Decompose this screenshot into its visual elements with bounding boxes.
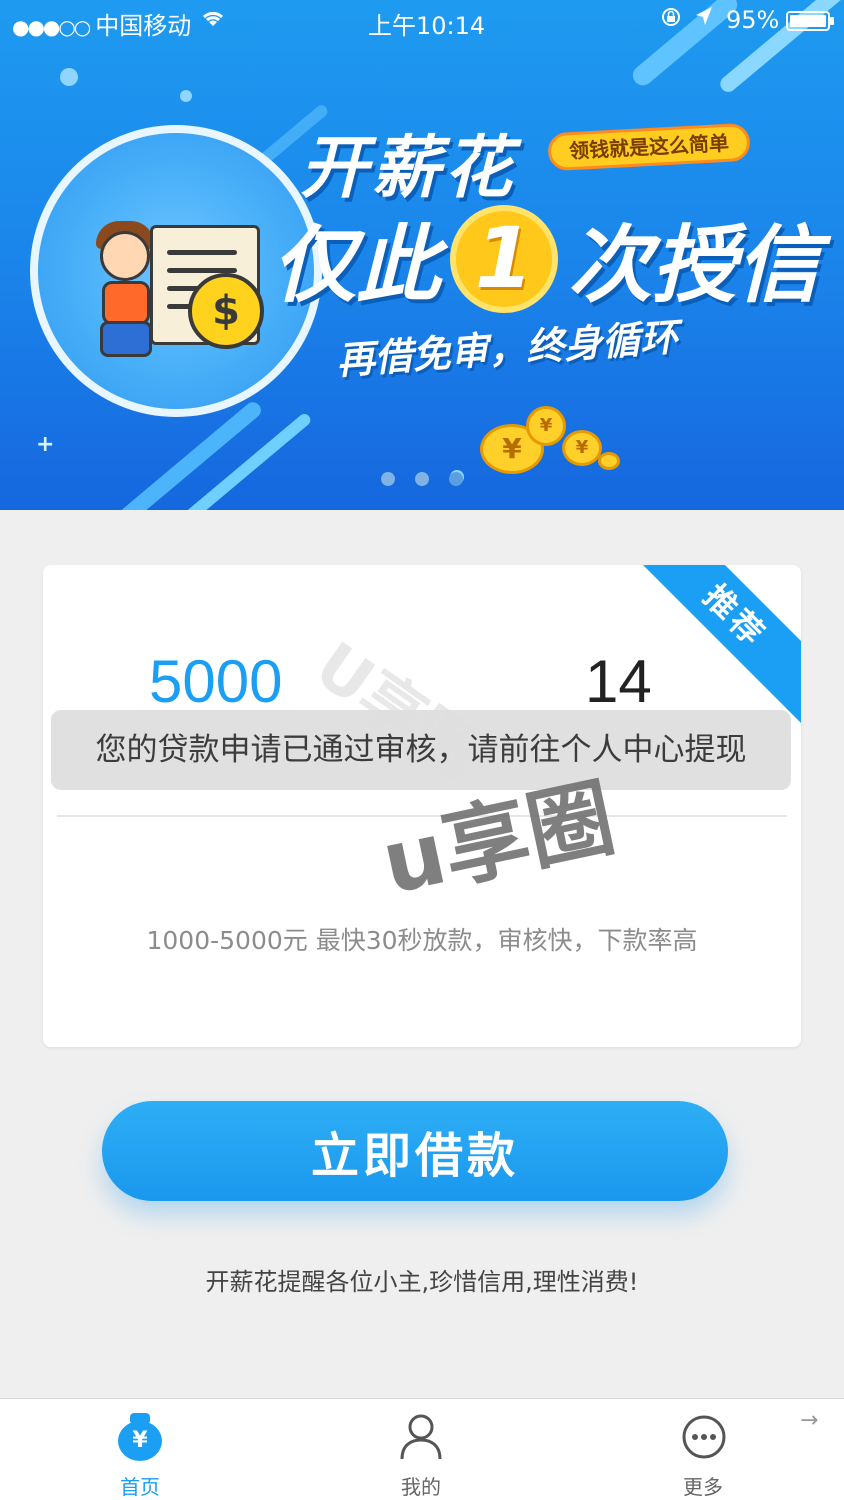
battery-icon <box>786 11 834 31</box>
gold-coins-icon: ¥ ¥ ¥ <box>470 400 630 480</box>
tab-label: 更多 <box>683 1475 723 1499</box>
status-time: 上午10:14 <box>368 12 486 40</box>
banner-brand: 开薪花 <box>300 129 517 208</box>
battery-percent: 95% <box>726 6 780 34</box>
tab-home[interactable]: ¥ 首页 <box>80 1399 200 1500</box>
borrow-now-button[interactable]: 立即借款 <box>102 1101 728 1201</box>
carrier-name: 中国移动 <box>95 12 192 40</box>
more-dots-icon <box>681 1413 726 1461</box>
headline-prefix: 仅此 <box>272 216 441 314</box>
banner-pager[interactable] <box>381 472 463 486</box>
status-bar: ●●●○○ 中国移动 上午10:14 95% <box>0 0 844 44</box>
carrier: ●●●○○ 中国移动 <box>12 6 191 41</box>
orientation-lock-icon <box>660 6 682 33</box>
location-arrow-icon <box>694 5 714 33</box>
bottom-tab-bar: ¥ 首页 我的 更多 <box>0 1398 844 1500</box>
arrow-right-icon: → <box>800 1408 819 1433</box>
pager-dot-active[interactable] <box>449 472 463 486</box>
reminder-text: 开薪花提醒各位小主,珍惜信用,理性消费! <box>205 1268 639 1296</box>
product-description: 1000-5000元 最快30秒放款，审核快，下款率高 <box>146 926 698 955</box>
decor-dot <box>60 68 78 86</box>
headline-number-coin: 1 <box>450 204 559 313</box>
decor-plus-icon: + <box>36 432 55 457</box>
pager-dot[interactable] <box>415 472 429 486</box>
headline-suffix: 次授信 <box>568 216 821 314</box>
money-bag-icon: ¥ <box>118 1413 162 1461</box>
banner-slogan-pill: 领钱就是这么简单 <box>547 122 751 172</box>
toast-message: 您的贷款申请已通过审核，请前往个人中心提现 <box>51 710 791 790</box>
promo-banner[interactable]: + ●●●○○ 中国移动 上午10:14 95% $ 开薪花 领钱就是这么简单 … <box>0 0 844 510</box>
user-icon <box>399 1413 443 1461</box>
loan-term: 14 <box>585 648 652 715</box>
tab-more[interactable]: 更多 <box>643 1399 763 1500</box>
banner-headline: 仅此 1 次授信 <box>272 198 820 319</box>
tab-label: 首页 <box>120 1475 160 1499</box>
wifi-icon <box>200 6 226 34</box>
pager-dot[interactable] <box>381 472 395 486</box>
decor-dot <box>180 90 192 102</box>
tab-label: 我的 <box>401 1475 441 1499</box>
loan-amount: 5000 <box>149 648 283 715</box>
dollar-coin-icon: $ <box>188 273 264 349</box>
signal-dots-icon: ●●●○○ <box>12 15 91 39</box>
tab-mine[interactable]: 我的 <box>361 1399 481 1500</box>
